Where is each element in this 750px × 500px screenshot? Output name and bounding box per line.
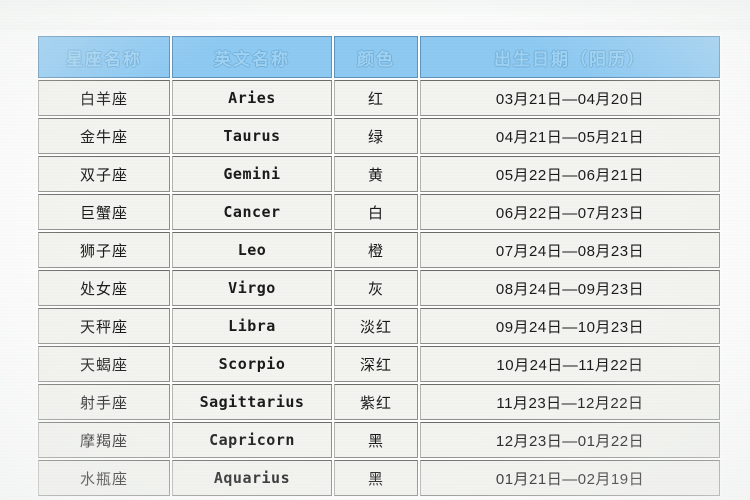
cell-english-name: Sagittarius	[172, 384, 332, 420]
cell-birthdate-range: 09月24日—10月23日	[420, 308, 720, 344]
cell-english-name: Aries	[172, 80, 332, 116]
cell-birthdate-range: 03月21日—04月20日	[420, 80, 720, 116]
cell-english-name: Capricorn	[172, 422, 332, 458]
table-row: 处女座 Virgo 灰 08月24日—09月23日	[38, 270, 720, 306]
table-row: 狮子座 Leo 橙 07月24日—08月23日	[38, 232, 720, 268]
zodiac-table: 星座名称 英文名称 颜色 出生日期（阳历） 白羊座 Aries 红 03月21日—04…	[36, 34, 722, 498]
cell-zodiac-name: 金牛座	[38, 118, 170, 154]
column-header-english: 英文名称	[172, 36, 332, 78]
cell-english-name: Cancer	[172, 194, 332, 230]
cell-zodiac-name: 巨蟹座	[38, 194, 170, 230]
cell-zodiac-name: 水瓶座	[38, 460, 170, 496]
cell-english-name: Gemini	[172, 156, 332, 192]
faint-cutoff-text: · · · · · · · · · ·	[300, 0, 500, 3]
cell-zodiac-name: 双子座	[38, 156, 170, 192]
table-header-row: 星座名称 英文名称 颜色 出生日期（阳历）	[38, 36, 720, 78]
cell-english-name: Libra	[172, 308, 332, 344]
cell-birthdate-range: 07月24日—08月23日	[420, 232, 720, 268]
cell-zodiac-name: 天秤座	[38, 308, 170, 344]
cell-color: 白	[334, 194, 418, 230]
table-header: 星座名称 英文名称 颜色 出生日期（阳历）	[38, 36, 720, 78]
cell-birthdate-range: 05月22日—06月21日	[420, 156, 720, 192]
cell-english-name: Scorpio	[172, 346, 332, 382]
table-row: 金牛座 Taurus 绿 04月21日—05月21日	[38, 118, 720, 154]
cell-color: 橙	[334, 232, 418, 268]
cell-color: 灰	[334, 270, 418, 306]
table-row: 双子座 Gemini 黄 05月22日—06月21日	[38, 156, 720, 192]
cell-zodiac-name: 狮子座	[38, 232, 170, 268]
cell-birthdate-range: 01月21日—02月19日	[420, 460, 720, 496]
cell-english-name: Aquarius	[172, 460, 332, 496]
table-row: 天秤座 Libra 淡红 09月24日—10月23日	[38, 308, 720, 344]
table-row: 摩羯座 Capricorn 黑 12月23日—01月22日	[38, 422, 720, 458]
cell-zodiac-name: 摩羯座	[38, 422, 170, 458]
cell-birthdate-range: 08月24日—09月23日	[420, 270, 720, 306]
cell-birthdate-range: 12月23日—01月22日	[420, 422, 720, 458]
cell-color: 黑	[334, 460, 418, 496]
table-row: 白羊座 Aries 红 03月21日—04月20日	[38, 80, 720, 116]
cell-zodiac-name: 射手座	[38, 384, 170, 420]
table-row: 射手座 Sagittarius 紫红 11月23日—12月22日	[38, 384, 720, 420]
cell-birthdate-range: 11月23日—12月22日	[420, 384, 720, 420]
cell-zodiac-name: 处女座	[38, 270, 170, 306]
cell-color: 红	[334, 80, 418, 116]
cell-english-name: Taurus	[172, 118, 332, 154]
cell-color: 黑	[334, 422, 418, 458]
table-body: 白羊座 Aries 红 03月21日—04月20日 金牛座 Taurus 绿 04月21日—0…	[38, 80, 720, 496]
cell-color: 紫红	[334, 384, 418, 420]
cell-color: 深红	[334, 346, 418, 382]
cell-color: 黄	[334, 156, 418, 192]
column-header-color: 颜色	[334, 36, 418, 78]
table-row: 水瓶座 Aquarius 黑 01月21日—02月19日	[38, 460, 720, 496]
column-header-name: 星座名称	[38, 36, 170, 78]
table-row: 巨蟹座 Cancer 白 06月22日—07月23日	[38, 194, 720, 230]
cell-english-name: Virgo	[172, 270, 332, 306]
cell-birthdate-range: 06月22日—07月23日	[420, 194, 720, 230]
zodiac-table-container: 星座名称 英文名称 颜色 出生日期（阳历） 白羊座 Aries 红 03月21日—04…	[36, 34, 722, 498]
cell-zodiac-name: 天蝎座	[38, 346, 170, 382]
cell-color: 绿	[334, 118, 418, 154]
column-header-birthdate: 出生日期（阳历）	[420, 36, 720, 78]
page-top-faint-strip: · · · · · · · · · ·	[0, 0, 750, 30]
table-row: 天蝎座 Scorpio 深红 10月24日—11月22日	[38, 346, 720, 382]
zodiac-reference-page: · · · · · · · · · · 星座名称 英文名称 颜色 出生日期（阳历…	[0, 0, 750, 500]
cell-birthdate-range: 04月21日—05月21日	[420, 118, 720, 154]
cell-english-name: Leo	[172, 232, 332, 268]
cell-birthdate-range: 10月24日—11月22日	[420, 346, 720, 382]
cell-zodiac-name: 白羊座	[38, 80, 170, 116]
cell-color: 淡红	[334, 308, 418, 344]
